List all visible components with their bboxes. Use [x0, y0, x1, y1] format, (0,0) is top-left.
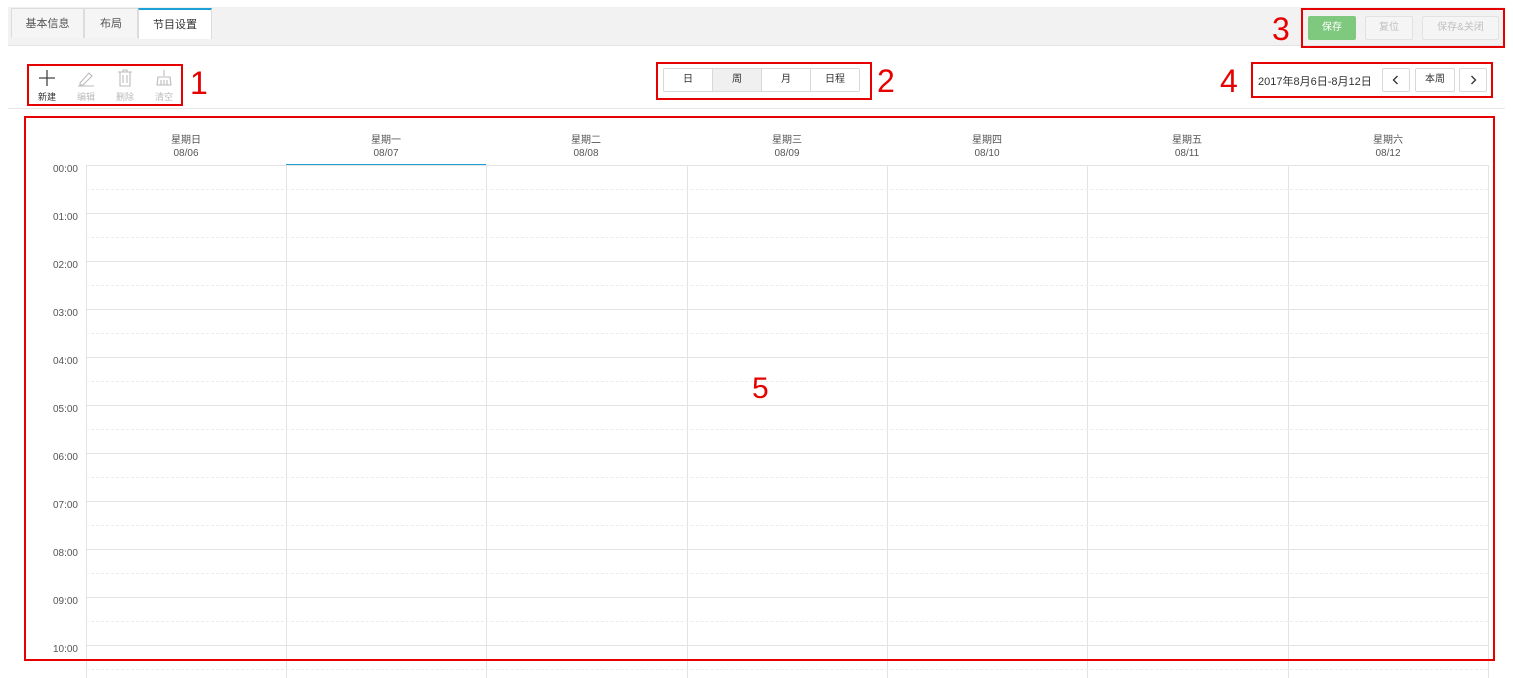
annotation-box-4 — [1251, 62, 1493, 98]
annotation-number-2: 2 — [877, 63, 895, 99]
tab-layout[interactable]: 布局 — [84, 8, 138, 38]
annotation-number-3: 3 — [1272, 11, 1290, 47]
annotation-number-5: 5 — [752, 372, 769, 405]
annotation-box-1 — [27, 64, 183, 106]
annotation-number-4: 4 — [1220, 63, 1238, 99]
annotation-box-3 — [1301, 8, 1505, 48]
tab-basic-info[interactable]: 基本信息 — [11, 8, 84, 38]
toolbar-divider — [8, 108, 1505, 109]
annotation-number-1: 1 — [190, 65, 208, 101]
grid-half-hour-line — [86, 669, 1488, 670]
annotation-box-2 — [656, 62, 872, 100]
tab-program-settings[interactable]: 节目设置 — [138, 8, 212, 39]
